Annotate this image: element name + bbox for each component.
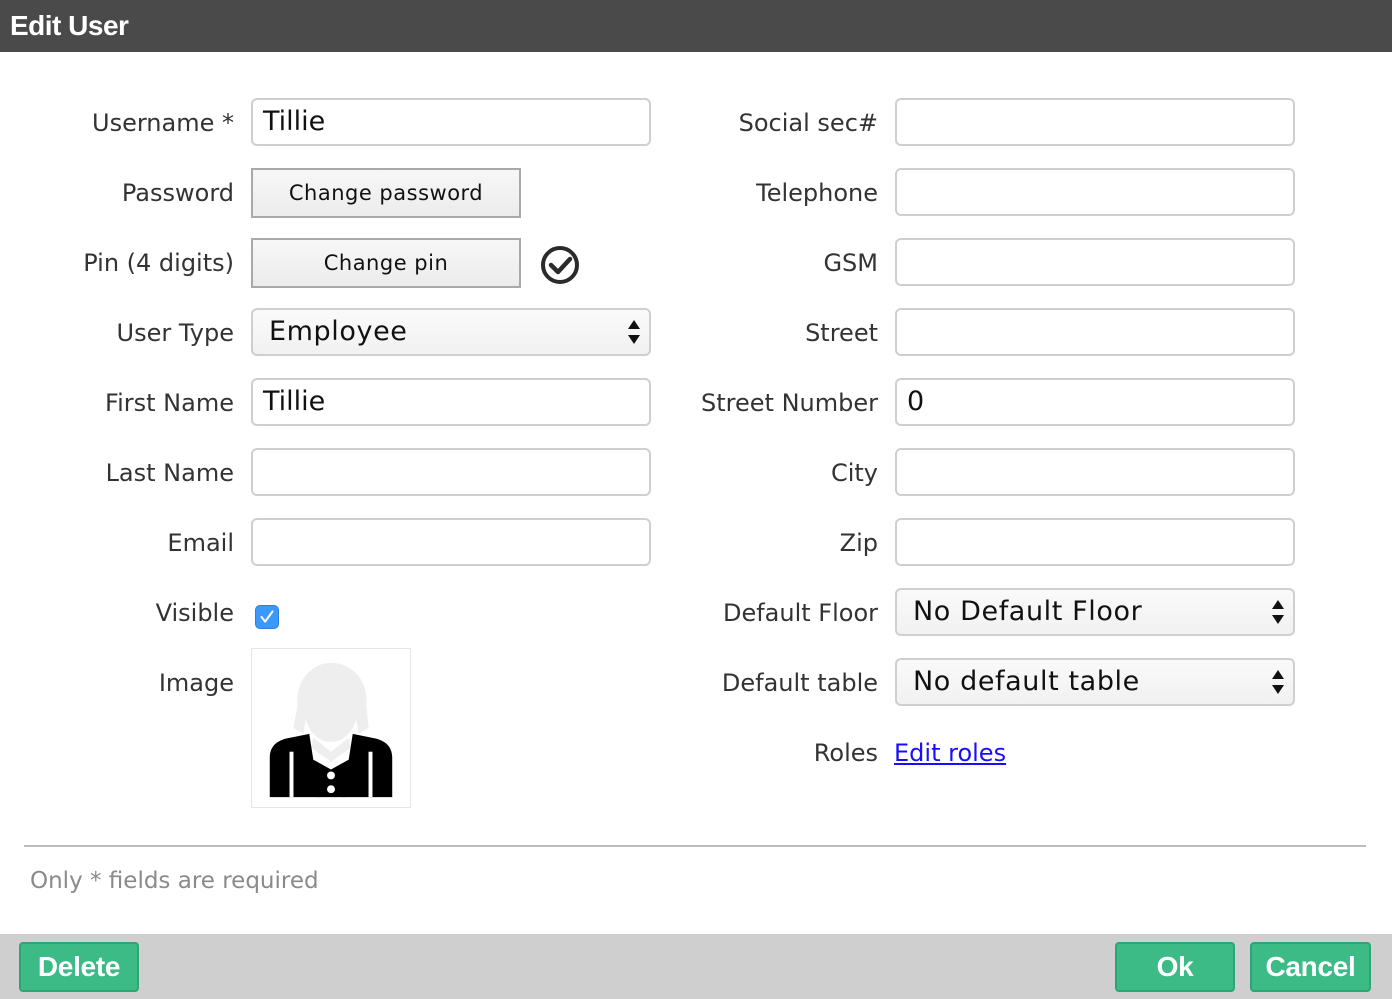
required-hint: Only * fields are required — [30, 868, 319, 894]
visible-checkbox[interactable] — [255, 605, 279, 629]
divider — [24, 845, 1366, 847]
change-password-button[interactable]: Change password — [251, 168, 521, 218]
ok-button[interactable]: Ok — [1115, 942, 1235, 992]
last-name-label: Last Name — [105, 459, 234, 487]
delete-button[interactable]: Delete — [19, 942, 139, 992]
email-field[interactable] — [251, 518, 651, 566]
gsm-field[interactable] — [895, 238, 1295, 286]
city-label: City — [830, 459, 878, 487]
zip-field[interactable] — [895, 518, 1295, 566]
image-label: Image — [158, 669, 234, 697]
default-table-label: Default table — [721, 669, 878, 697]
check-circle-icon — [541, 246, 579, 284]
username-label: Username * — [92, 109, 234, 137]
username-field[interactable]: Tillie — [251, 98, 651, 146]
default-floor-label: Default Floor — [722, 599, 878, 627]
edit-roles-link[interactable]: Edit roles — [894, 729, 1006, 777]
city-field[interactable] — [895, 448, 1295, 496]
window-title: Edit User — [0, 0, 1392, 52]
visible-label: Visible — [155, 599, 234, 627]
select-arrows-icon — [1272, 600, 1284, 624]
telephone-label: Telephone — [756, 179, 878, 207]
select-arrows-icon — [1272, 670, 1284, 694]
checkmark-icon — [260, 610, 274, 623]
pin-label: Pin (4 digits) — [83, 249, 234, 277]
street-label: Street — [805, 319, 878, 347]
social-sec-label: Social sec# — [738, 109, 878, 137]
first-name-label: First Name — [105, 389, 234, 417]
select-arrows-icon — [628, 320, 640, 344]
password-label: Password — [121, 179, 234, 207]
user-type-select[interactable]: Employee — [251, 308, 651, 356]
last-name-field[interactable] — [251, 448, 651, 496]
default-floor-selected: No Default Floor — [913, 596, 1143, 627]
user-type-label: User Type — [116, 319, 234, 347]
change-pin-button[interactable]: Change pin — [251, 238, 521, 288]
street-number-field[interactable]: 0 — [895, 378, 1295, 426]
social-sec-field[interactable] — [895, 98, 1295, 146]
default-table-select[interactable]: No default table — [895, 658, 1295, 706]
cancel-button[interactable]: Cancel — [1250, 942, 1371, 992]
user-avatar-icon — [269, 662, 393, 798]
roles-label: Roles — [813, 739, 878, 767]
street-number-label: Street Number — [701, 389, 878, 417]
user-image[interactable] — [251, 648, 411, 808]
email-label: Email — [167, 529, 234, 557]
telephone-field[interactable] — [895, 168, 1295, 216]
street-field[interactable] — [895, 308, 1295, 356]
default-table-selected: No default table — [913, 666, 1140, 697]
default-floor-select[interactable]: No Default Floor — [895, 588, 1295, 636]
gsm-label: GSM — [823, 249, 878, 277]
zip-label: Zip — [839, 529, 878, 557]
user-type-selected: Employee — [269, 316, 408, 347]
first-name-field[interactable]: Tillie — [251, 378, 651, 426]
